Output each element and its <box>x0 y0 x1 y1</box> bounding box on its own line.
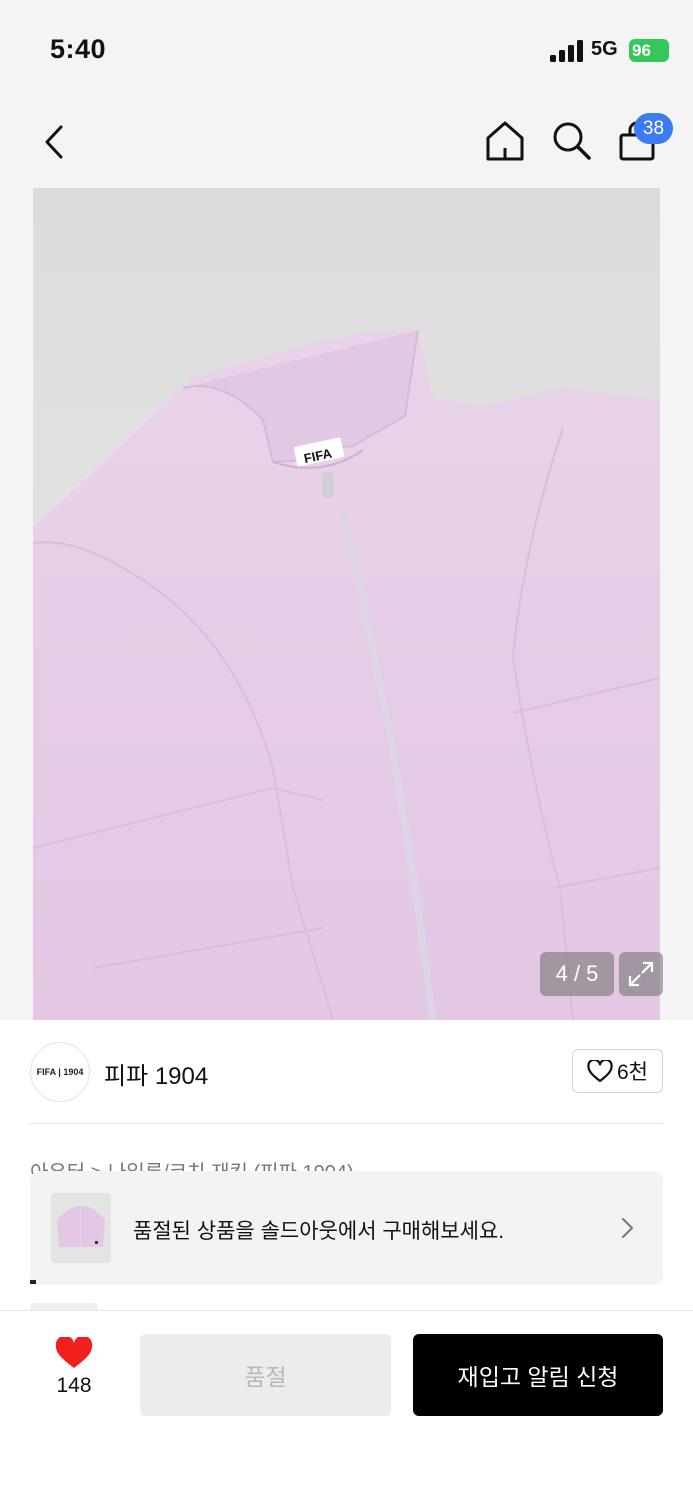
banner-thumbnail <box>51 1193 111 1263</box>
heart-filled-icon <box>55 1337 93 1368</box>
signal-icon <box>550 40 583 62</box>
brand-like-count: 6천 <box>617 1061 648 1084</box>
battery-level: 96 <box>632 41 651 60</box>
status-bar: 5:40 5G 96 <box>0 0 693 100</box>
search-button[interactable] <box>549 118 595 164</box>
expand-button[interactable] <box>619 952 663 996</box>
image-counter: 4 / 5 <box>540 952 614 996</box>
brand-logo[interactable]: FIFA | 1904 <box>30 1042 90 1102</box>
wishlist-count: 148 <box>56 1374 92 1397</box>
divider <box>30 1123 663 1124</box>
battery-indicator: 96 <box>629 39 669 62</box>
network-label: 5G <box>591 38 618 60</box>
home-button[interactable] <box>482 118 528 164</box>
jacket-thumbnail-image <box>57 1206 105 1247</box>
soldout-banner[interactable]: 품절된 상품을 솔드아웃에서 구매해보세요. <box>30 1171 663 1285</box>
heart-outline-icon <box>587 1059 613 1082</box>
brand-row[interactable]: FIFA | 1904 피파 1904 6천 <box>0 1020 693 1124</box>
restock-alert-button[interactable]: 재입고 알림 신청 <box>413 1334 663 1416</box>
brand-like-button[interactable]: 6천 <box>572 1049 663 1093</box>
product-image[interactable]: FIFA <box>33 188 660 1020</box>
wishlist-button[interactable]: 148 <box>36 1337 112 1407</box>
top-navigation: 38 <box>0 100 693 188</box>
jacket-photo: FIFA <box>33 328 660 1020</box>
back-button[interactable] <box>34 120 74 164</box>
soldout-button: 품절 <box>140 1334 391 1416</box>
expand-icon <box>628 961 654 987</box>
brand-name[interactable]: 피파 1904 <box>104 1056 208 1091</box>
cart-count-badge: 38 <box>634 113 673 144</box>
product-image-carousel[interactable]: FIFA 4 / 5 <box>0 188 693 1020</box>
home-icon <box>486 121 524 161</box>
search-icon <box>553 122 591 160</box>
text-fragment <box>30 1280 36 1284</box>
back-icon <box>45 125 63 159</box>
bottom-action-bar: 148 품절 재입고 알림 신청 <box>0 1310 693 1500</box>
chevron-right-icon <box>622 1218 633 1238</box>
product-page: 5:40 5G 96 38 FIFA 4 / 5 FIFA | 1904 피파 … <box>0 0 693 1500</box>
status-time: 5:40 <box>50 34 107 64</box>
soldout-banner-text: 품절된 상품을 솔드아웃에서 구매해보세요. <box>133 1220 505 1243</box>
